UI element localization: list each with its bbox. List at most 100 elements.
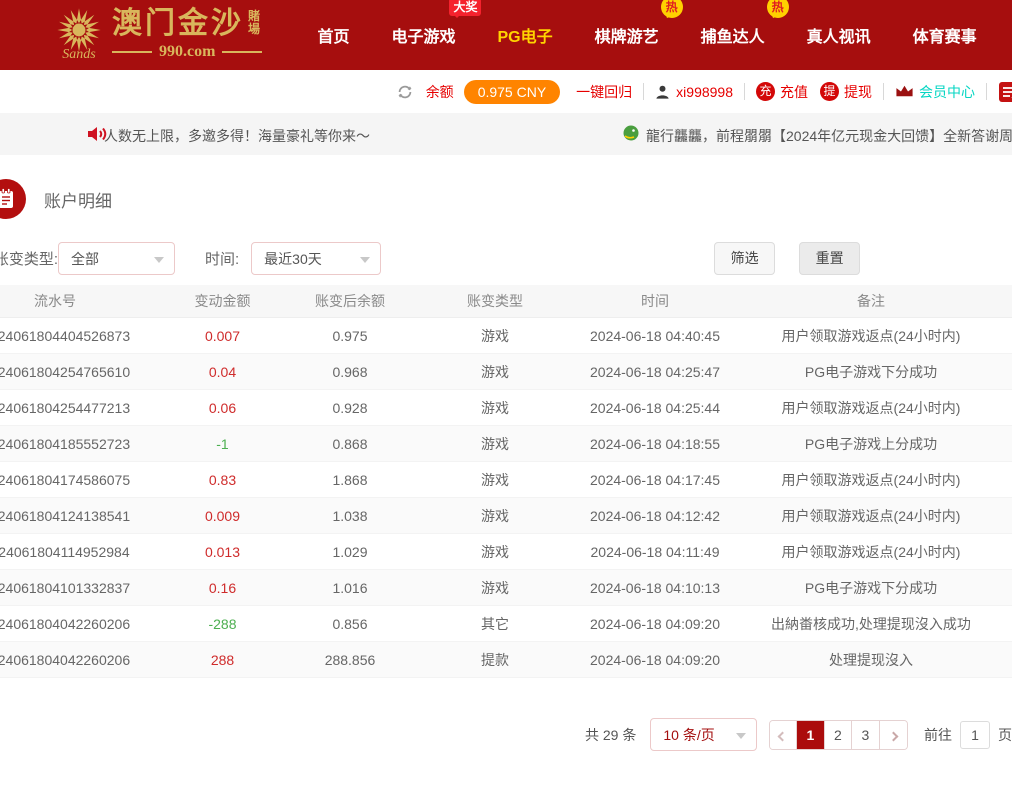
announcement-message-2: 龍行龘龘，前程朤朤【2024年亿元现金大回馈】全新答谢周期，每月15号自助领取。…	[646, 126, 1012, 146]
cell-serial: XF24061804101332837	[0, 580, 155, 596]
clipboard-icon	[0, 188, 16, 210]
time-filter-select[interactable]: 最近30天	[251, 242, 381, 275]
cell-time: 2024-06-18 04:40:45	[580, 328, 730, 344]
one-key-return-button[interactable]: 一键回归	[576, 82, 632, 102]
per-page-select[interactable]: 10 条/页	[650, 718, 756, 751]
cell-time: 2024-06-18 04:25:47	[580, 364, 730, 380]
col-header-amount: 变动金额	[155, 291, 290, 311]
jackpot-badge: 大奖	[449, 0, 481, 16]
page-suffix-label: 页	[998, 725, 1012, 745]
cell-amount: 0.16	[155, 580, 290, 596]
cell-time: 2024-06-18 04:09:20	[580, 652, 730, 668]
table-row: XF24061804254765610 0.04 0.968 游戏 2024-0…	[0, 354, 1012, 390]
cell-time: 2024-06-18 04:10:13	[580, 580, 730, 596]
logo-brand-sub: 賭場	[248, 10, 262, 36]
nav-item-sports[interactable]: 体育赛事	[913, 23, 977, 47]
cell-remark: PG电子游戏上分成功	[730, 434, 1012, 454]
refresh-icon[interactable]	[396, 83, 414, 101]
next-page-button[interactable]	[880, 721, 907, 749]
transactions-table: 流水号 变动金额 账变后余额 账变类型 时间 备注 FS240618044045…	[0, 285, 1012, 678]
cell-balance: 0.868	[290, 436, 410, 452]
user-icon	[655, 84, 670, 100]
chevron-down-icon	[736, 733, 746, 739]
cell-amount: 0.04	[155, 364, 290, 380]
nav-item-home[interactable]: 首页	[317, 23, 349, 47]
cell-serial: XF24061804254765610	[0, 364, 155, 380]
chevron-right-icon	[888, 731, 898, 741]
total-count: 共 29 条	[585, 725, 636, 745]
table-row: FS24061804124138541 0.009 1.038 游戏 2024-…	[0, 498, 1012, 534]
table-header-row: 流水号 变动金额 账变后余额 账变类型 时间 备注	[0, 285, 1012, 318]
main-content: 账户明细 账变类型: 全部 时间: 最近30天 筛选 重置 流水号 变动金额 账…	[0, 179, 1012, 751]
username: xi998998	[676, 84, 733, 100]
announcement-message-1: 人数无上限，多邀多得！海量豪礼等你来～	[104, 126, 370, 146]
reset-button[interactable]: 重置	[799, 242, 860, 275]
deposit-coin-icon: 充	[756, 82, 775, 101]
cell-remark: 用户领取游戏返点(24小时内)	[730, 470, 1012, 490]
page-button-1[interactable]: 1	[797, 721, 824, 749]
nav-item-pg-electronic[interactable]: PG电子	[497, 23, 552, 47]
cell-serial: SF24061804185552723	[0, 436, 155, 452]
nav-item-fishing[interactable]: 捕鱼达人热	[701, 23, 765, 47]
cell-type: 游戏	[410, 326, 580, 346]
cell-time: 2024-06-18 04:25:44	[580, 400, 730, 416]
cell-amount: 0.06	[155, 400, 290, 416]
filter-row: 账变类型: 全部 时间: 最近30天 筛选 重置	[0, 242, 1012, 275]
page-strip: 1 2 3	[769, 720, 908, 750]
logo-sands-text: Sands	[62, 47, 95, 63]
cell-balance: 1.038	[290, 508, 410, 524]
cell-remark: 用户领取游戏返点(24小时内)	[730, 326, 1012, 346]
cell-time: 2024-06-18 04:12:42	[580, 508, 730, 524]
site-logo[interactable]: Sands 澳门金沙 賭場 990.com	[56, 7, 262, 63]
page-button-3[interactable]: 3	[852, 721, 879, 749]
cell-type: 游戏	[410, 506, 580, 526]
cell-balance: 0.928	[290, 400, 410, 416]
cell-amount: -288	[155, 616, 290, 632]
nav-item-board-games[interactable]: 棋牌游艺热	[595, 23, 659, 47]
dragon-icon	[622, 124, 640, 142]
col-header-serial: 流水号	[0, 291, 155, 311]
col-header-time: 时间	[580, 291, 730, 311]
report-edit-icon[interactable]	[998, 81, 1012, 103]
cell-serial: TX24061804042260206	[0, 616, 155, 632]
filter-button[interactable]: 筛选	[714, 242, 775, 275]
pagination: 共 29 条 10 条/页 1 2 3 前往 页	[0, 718, 1012, 751]
cell-amount: 0.013	[155, 544, 290, 560]
goto-label: 前往	[924, 725, 952, 745]
main-nav: 首页 电子游戏大奖 PG电子 棋牌游艺热 捕鱼达人热 真人视讯 体育赛事	[296, 0, 997, 70]
cell-balance: 1.029	[290, 544, 410, 560]
page-title: 账户明细	[44, 187, 112, 212]
cell-serial: FS24061804254477213	[0, 400, 155, 416]
table-row: FS24061804254477213 0.06 0.928 游戏 2024-0…	[0, 390, 1012, 426]
nav-item-electronic-games[interactable]: 电子游戏大奖	[391, 23, 455, 47]
table-row: XF24061804101332837 0.16 1.016 游戏 2024-0…	[0, 570, 1012, 606]
hot-badge: 热	[661, 0, 683, 18]
cell-type: 游戏	[410, 470, 580, 490]
balance-label: 余额	[426, 82, 454, 102]
cell-type: 提款	[410, 650, 580, 670]
page-button-2[interactable]: 2	[825, 721, 852, 749]
goto-page-input[interactable]	[960, 721, 990, 749]
member-center-button[interactable]: 会员中心	[895, 82, 975, 102]
cell-remark: 用户领取游戏返点(24小时内)	[730, 506, 1012, 526]
cell-type: 游戏	[410, 542, 580, 562]
user-account[interactable]: xi998998	[655, 84, 733, 100]
cell-amount: 0.007	[155, 328, 290, 344]
withdraw-button[interactable]: 提 提现	[820, 82, 872, 102]
nav-item-live-casino[interactable]: 真人视讯	[807, 23, 871, 47]
cell-balance: 1.016	[290, 580, 410, 596]
deposit-button[interactable]: 充 充值	[756, 82, 808, 102]
cell-type: 其它	[410, 614, 580, 634]
type-filter-select[interactable]: 全部	[58, 242, 175, 275]
table-row: TX24061804042260206 -288 0.856 其它 2024-0…	[0, 606, 1012, 642]
cell-serial: FS24061804124138541	[0, 508, 155, 524]
cell-balance: 0.975	[290, 328, 410, 344]
table-row: FS24061804174586075 0.83 1.868 游戏 2024-0…	[0, 462, 1012, 498]
announcement-bar: 人数无上限，多邀多得！海量豪礼等你来～ 龍行龘龘，前程朤朤【2024年亿元现金大…	[0, 113, 1012, 155]
cell-remark: 出納畨核成功,处理提现沒入成功	[730, 614, 1012, 634]
balance-value-pill: 0.975 CNY	[464, 80, 560, 104]
cell-time: 2024-06-18 04:17:45	[580, 472, 730, 488]
prev-page-button[interactable]	[770, 721, 797, 749]
cell-remark: 用户领取游戏返点(24小时内)	[730, 542, 1012, 562]
cell-remark: 处理提现沒入	[730, 650, 1012, 670]
